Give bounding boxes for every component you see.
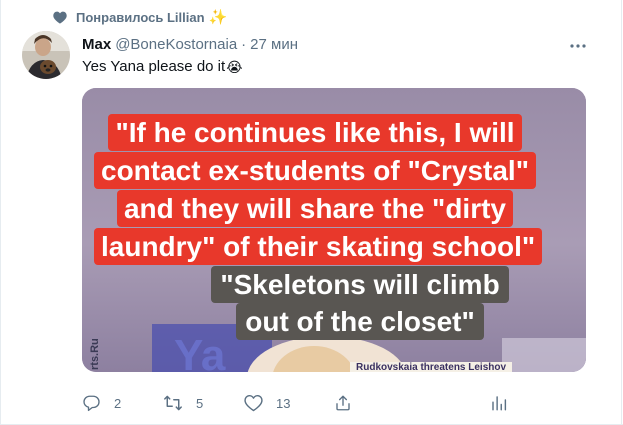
social-context[interactable]: Понравилось Lillian ✨ [53,8,227,26]
sparkles-emoji: ✨ [208,8,228,26]
caption-red-line: and they will share the "dirty [116,190,514,227]
caption-grey-block: "Skeletons will climb out of the closet" [210,266,510,340]
tweet-header: Max @BoneKostornaia · 27 мин [82,34,587,54]
reply-icon [82,394,101,412]
image-watermark: rts.Ru [89,338,101,370]
like-icon [244,394,263,412]
more-icon [570,35,586,53]
like-button[interactable]: 13 [244,394,290,412]
share-button[interactable] [334,394,352,412]
reply-count: 2 [114,395,122,411]
image-lower-caption: Rudkovskaia threatens Leishov [350,362,513,372]
tweet-text: Yes Yana please do it 😭 [82,57,243,77]
tweet-text-body: Yes Yana please do it [82,58,226,75]
more-options-button[interactable] [567,34,589,54]
caption-red-line: contact ex-students of "Crystal" [94,152,536,189]
retweet-count: 5 [196,395,204,411]
tweet-actions: 2 5 13 [82,392,512,414]
like-count: 13 [276,395,291,411]
reply-button[interactable]: 2 [82,394,121,412]
timeline-border-left [0,0,1,425]
tweet-timestamp[interactable]: 27 мин [250,36,298,53]
caption-red-block: "If he continues like this, I will conta… [94,114,543,266]
retweet-button[interactable]: 5 [163,394,203,412]
separator-dot: · [241,35,247,53]
analytics-icon [490,394,508,412]
tweet-media-image[interactable]: Ya "If he continues like this, I will co… [82,88,586,372]
caption-red-line: laundry" of their skating school" [94,228,543,265]
caption-grey-line: out of the closet" [236,303,484,340]
avatar[interactable] [22,31,70,79]
timeline-border-right [621,0,622,425]
share-icon [334,394,352,412]
retweet-icon [163,394,183,412]
caption-grey-line: "Skeletons will climb [211,266,509,303]
heart-icon [53,11,67,24]
social-context-text[interactable]: Понравилось Lillian [76,10,205,25]
analytics-button[interactable] [490,394,508,412]
caption-red-line: "If he continues like this, I will [108,114,522,151]
crying-emoji: 😭 [226,59,243,75]
author-name[interactable]: Max [82,36,111,53]
author-handle[interactable]: @BoneKostornaia [115,36,237,53]
